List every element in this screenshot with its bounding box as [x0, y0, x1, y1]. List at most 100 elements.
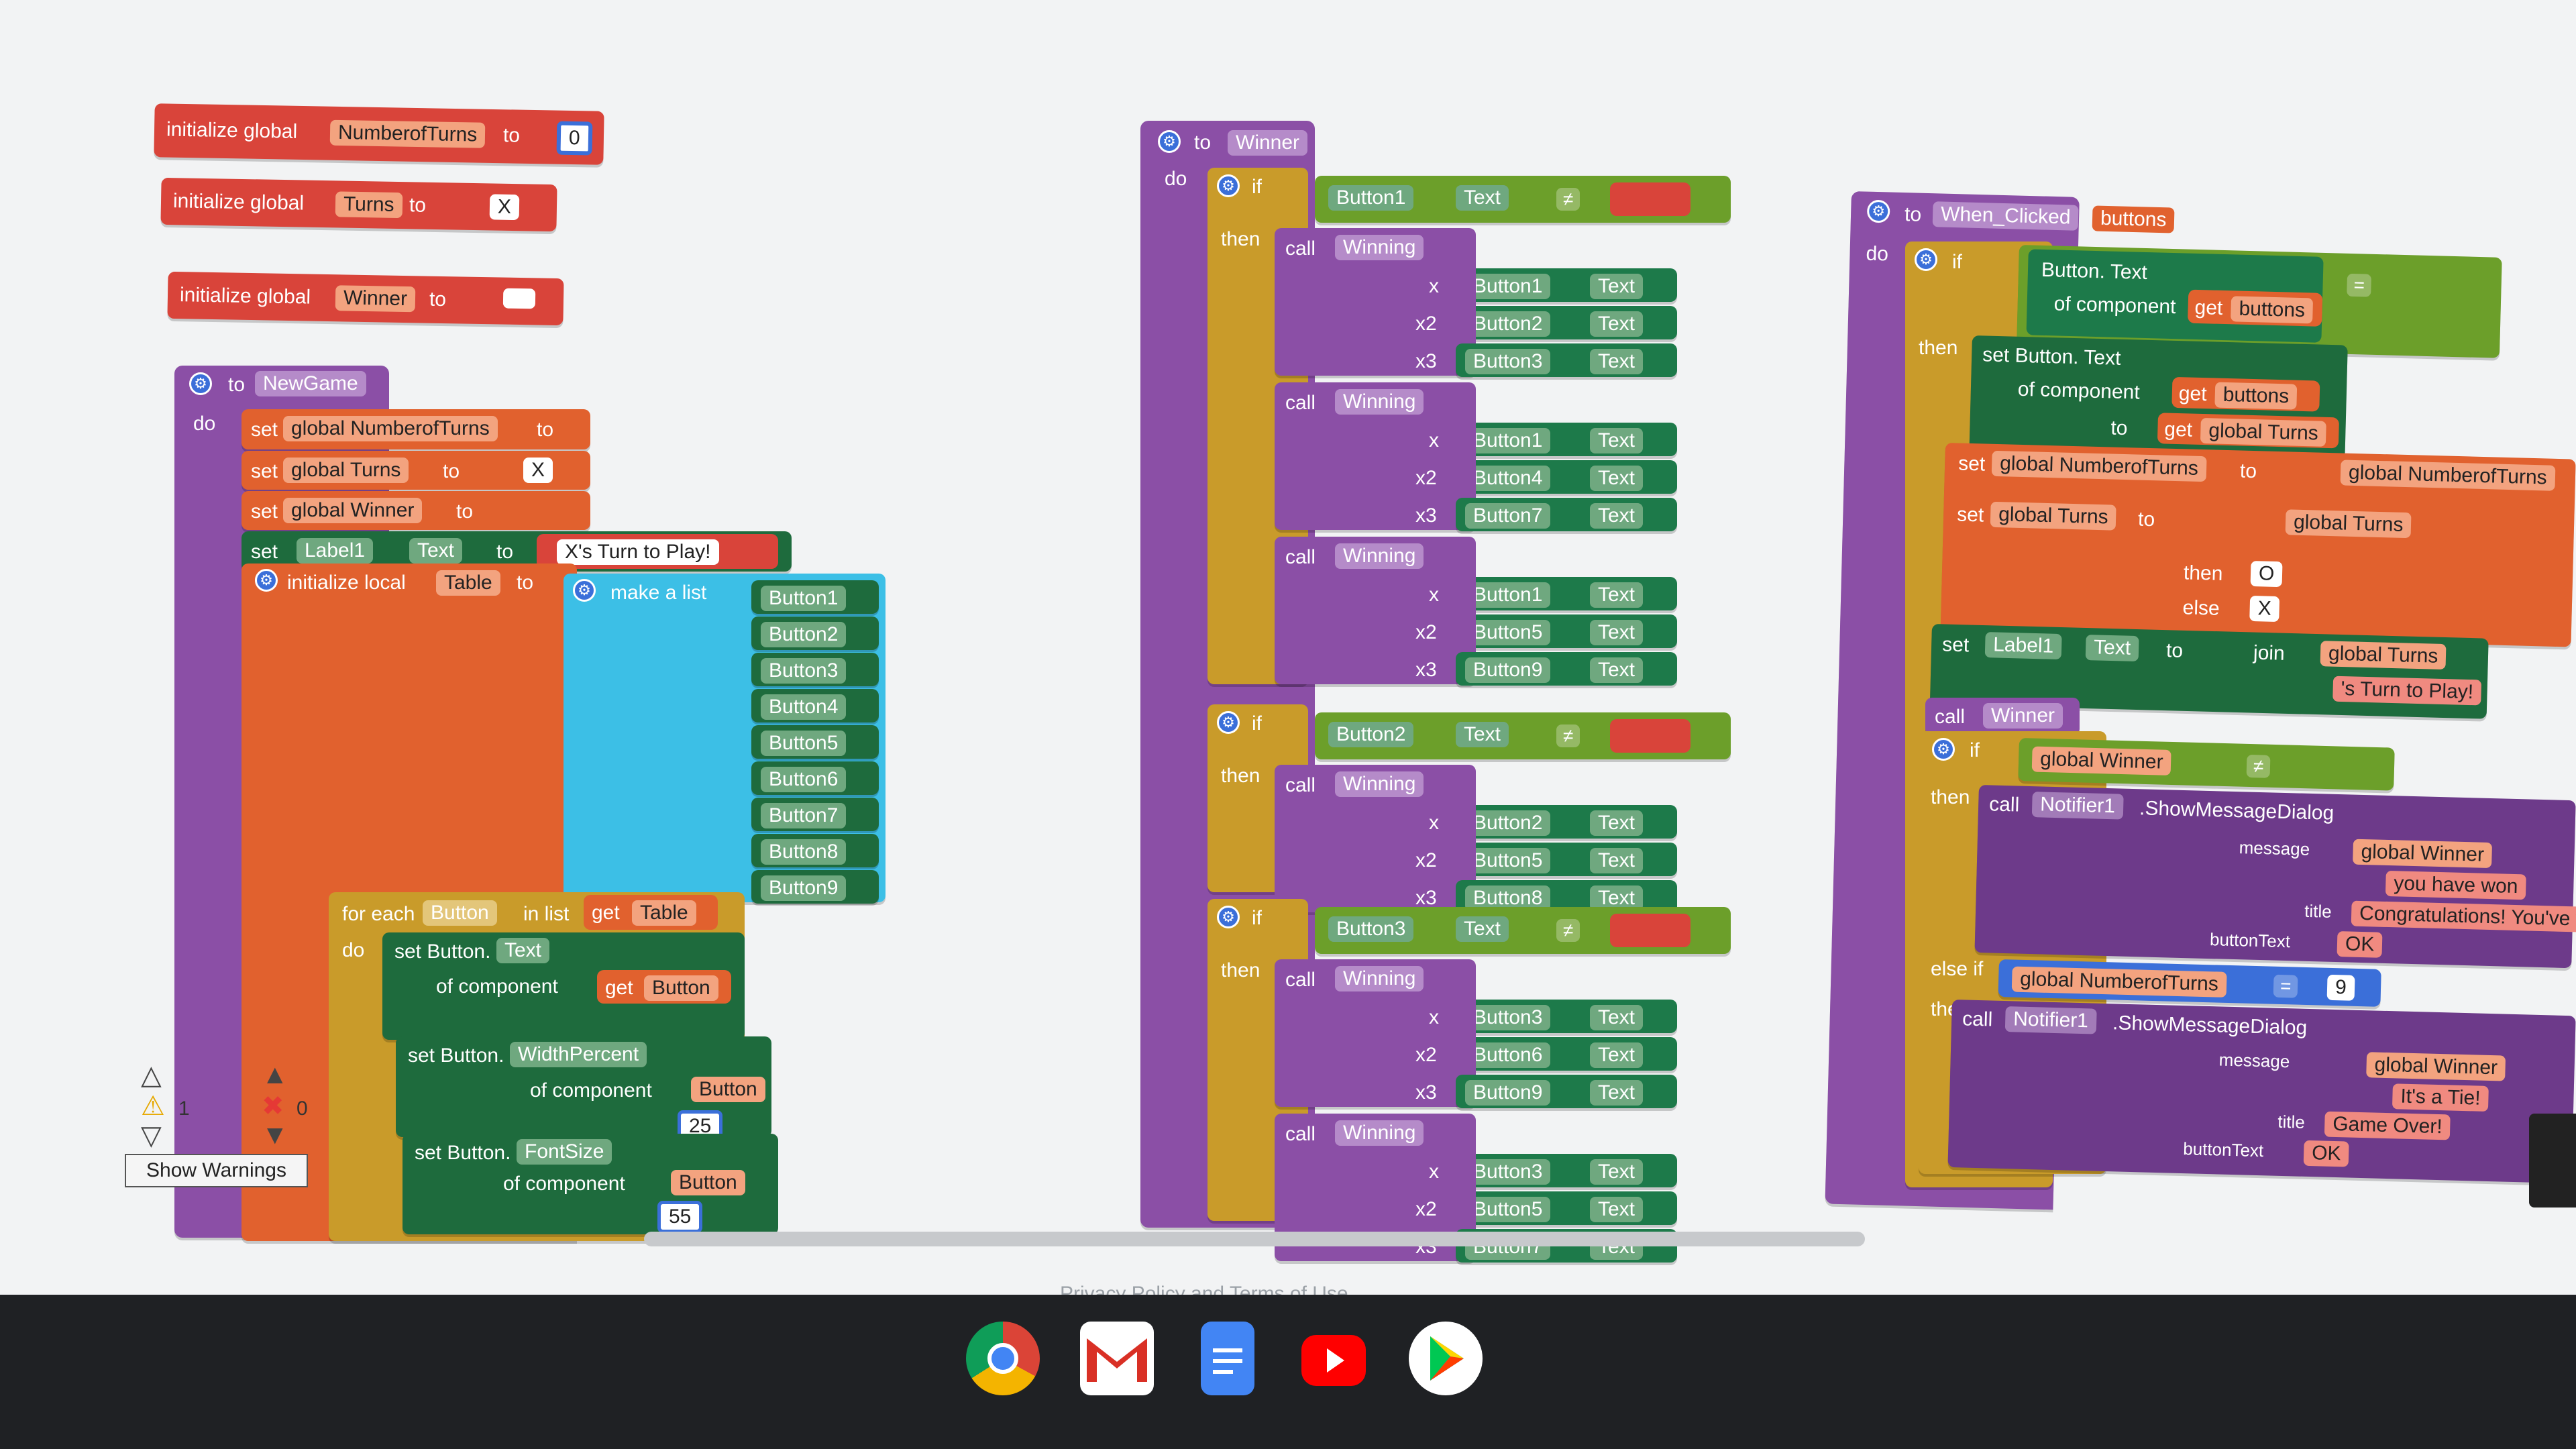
- global-name-field[interactable]: Winner: [335, 285, 416, 313]
- component-dropdown[interactable]: Button2: [1465, 311, 1551, 337]
- blocks-workspace[interactable]: initialize global NumberofTurns to 0 ini…: [0, 0, 2576, 1295]
- variable-dropdown[interactable]: global Turns: [2200, 417, 2327, 447]
- button-text-getter[interactable]: Button5 Text: [1456, 843, 1677, 876]
- mutator-gear-icon[interactable]: ⚙: [1158, 130, 1181, 153]
- variable-dropdown[interactable]: global NumberofTurns: [283, 416, 498, 441]
- property-dropdown[interactable]: Text: [1456, 185, 1509, 211]
- button-component-block[interactable]: Button6: [751, 761, 879, 795]
- not-equal-operator[interactable]: ≠: [2246, 754, 2271, 778]
- component-dropdown[interactable]: Button6: [761, 767, 847, 792]
- property-dropdown[interactable]: Text: [2085, 635, 2139, 662]
- text-value[interactable]: you have won: [2385, 870, 2526, 900]
- component-dropdown[interactable]: Label1: [1984, 632, 2062, 660]
- text-value[interactable]: OK: [2337, 931, 2383, 958]
- button-text-getter[interactable]: Button9 Text: [1456, 652, 1677, 686]
- not-equal-operator[interactable]: ≠: [1556, 724, 1580, 747]
- property-dropdown[interactable]: FontSize: [517, 1139, 612, 1165]
- horizontal-scrollbar[interactable]: [644, 1232, 1865, 1246]
- get-global-winner[interactable]: global Winner: [2353, 839, 2493, 869]
- set-global-winner[interactable]: set global Winner to: [241, 491, 590, 530]
- get-buttons-block[interactable]: get buttons: [2171, 376, 2320, 412]
- property-dropdown[interactable]: Text: [1590, 466, 1644, 491]
- property-dropdown[interactable]: Text: [1590, 1159, 1644, 1185]
- button-component-block[interactable]: Button5: [751, 725, 879, 759]
- text-value[interactable]: X: [2249, 595, 2280, 623]
- button-component-block[interactable]: Button2: [751, 616, 879, 650]
- call-winner-block[interactable]: call Winner: [1925, 698, 2080, 735]
- component-dropdown[interactable]: Button3: [761, 658, 847, 684]
- component-dropdown[interactable]: Button7: [761, 803, 847, 828]
- component-dropdown[interactable]: Button4: [1465, 466, 1551, 491]
- call-winning-block[interactable]: call Winning x x2 x3: [1275, 382, 1476, 530]
- get-global-turns-block[interactable]: get global Turns: [2157, 413, 2339, 449]
- property-dropdown[interactable]: Text: [409, 538, 463, 564]
- component-dropdown[interactable]: Button1: [1328, 185, 1414, 211]
- button-component-block[interactable]: Button1: [751, 580, 879, 614]
- get-button-value[interactable]: Button: [691, 1077, 765, 1102]
- property-dropdown[interactable]: Text: [1590, 503, 1644, 529]
- mutator-gear-icon[interactable]: ⚙: [189, 372, 212, 395]
- button-text-getter[interactable]: Button2 Text: [1456, 805, 1677, 839]
- procedure-name-field[interactable]: NewGame: [255, 371, 366, 396]
- get-button-block[interactable]: get Button: [597, 970, 731, 1004]
- procedure-dropdown[interactable]: Winning: [1335, 389, 1424, 415]
- warning-down-arrow-icon[interactable]: ▽: [141, 1120, 162, 1151]
- component-dropdown[interactable]: Button1: [1465, 582, 1551, 608]
- init-global-winner[interactable]: initialize global Winner to: [167, 271, 564, 326]
- init-global-turns[interactable]: initialize global Turns to X: [160, 177, 557, 232]
- show-warnings-button[interactable]: Show Warnings: [125, 1154, 308, 1187]
- empty-text-block[interactable]: [1610, 182, 1690, 216]
- component-dropdown[interactable]: Button5: [1465, 1197, 1551, 1222]
- text-value[interactable]: Game Over!: [2324, 1111, 2451, 1140]
- button-component-block[interactable]: Button8: [751, 834, 879, 867]
- component-dropdown[interactable]: Button9: [1465, 657, 1551, 683]
- any-button-text-getter[interactable]: Button. Text of component get buttons: [2026, 249, 2324, 343]
- global-name-field[interactable]: Turns: [335, 191, 402, 219]
- loop-variable-field[interactable]: Button: [423, 900, 497, 926]
- component-dropdown[interactable]: Button5: [1465, 848, 1551, 873]
- property-dropdown[interactable]: Text: [1590, 848, 1644, 873]
- set-button-fontsize[interactable]: set Button. FontSize of component Button…: [402, 1134, 778, 1234]
- docs-icon[interactable]: [1201, 1322, 1254, 1395]
- mutator-gear-icon[interactable]: ⚙: [255, 569, 278, 592]
- component-dropdown[interactable]: Label1: [297, 538, 374, 564]
- property-dropdown[interactable]: Text: [1590, 582, 1644, 608]
- call-winning-block[interactable]: call Winning x x2 x3: [1275, 228, 1476, 376]
- text-value[interactable]: X: [489, 194, 520, 221]
- text-value[interactable]: X: [523, 458, 553, 483]
- gmail-icon[interactable]: [1080, 1322, 1154, 1395]
- mutator-gear-icon[interactable]: ⚙: [1932, 738, 1955, 761]
- mutator-gear-icon[interactable]: ⚙: [1217, 174, 1240, 197]
- number-value[interactable]: 55: [657, 1201, 703, 1233]
- property-dropdown[interactable]: Text: [496, 938, 550, 963]
- get-global-numberofturns[interactable]: global NumberofTurns: [2011, 966, 2227, 998]
- button-text-getter[interactable]: Button5 Text: [1456, 1191, 1677, 1225]
- mutator-gear-icon[interactable]: ⚙: [1866, 199, 1890, 223]
- property-dropdown[interactable]: Text: [1456, 916, 1509, 942]
- mutator-gear-icon[interactable]: ⚙: [573, 579, 596, 602]
- variable-dropdown[interactable]: Table: [632, 900, 696, 926]
- variable-dropdown[interactable]: global Turns: [283, 458, 409, 483]
- privacy-footer-link[interactable]: Privacy Policy and Terms of Use: [1060, 1283, 1348, 1295]
- button-text-getter[interactable]: Button6 Text: [1456, 1037, 1677, 1071]
- procedure-dropdown[interactable]: Winning: [1335, 543, 1424, 569]
- number-value[interactable]: 9: [2326, 974, 2355, 1001]
- button-text-getter[interactable]: Button9 Text: [1456, 1075, 1677, 1108]
- button-text-getter[interactable]: Button2 Text: [1456, 306, 1677, 339]
- component-dropdown[interactable]: Button3: [1465, 1159, 1551, 1185]
- text-value[interactable]: 's Turn to Play!: [2332, 676, 2482, 706]
- youtube-icon[interactable]: [1301, 1335, 1366, 1386]
- procedure-dropdown[interactable]: Winning: [1335, 1120, 1424, 1146]
- compare-block[interactable]: Button3 Text ≠: [1315, 907, 1731, 954]
- button-text-getter[interactable]: Button3 Text: [1456, 1000, 1677, 1033]
- procedure-dropdown[interactable]: Winning: [1335, 966, 1424, 991]
- component-dropdown[interactable]: Button1: [1465, 274, 1551, 299]
- get-buttons-block[interactable]: get buttons: [2188, 289, 2323, 327]
- property-dropdown[interactable]: Text: [1590, 1197, 1644, 1222]
- parameter-field[interactable]: buttons: [2092, 205, 2175, 233]
- error-up-arrow-icon[interactable]: ▲: [262, 1060, 288, 1090]
- component-dropdown[interactable]: Notifier1: [2031, 792, 2124, 820]
- procedure-name-field[interactable]: Winner: [1228, 130, 1308, 156]
- text-value[interactable]: O: [2250, 560, 2283, 588]
- set-global-numberofturns[interactable]: set global NumberofTurns to: [241, 409, 590, 449]
